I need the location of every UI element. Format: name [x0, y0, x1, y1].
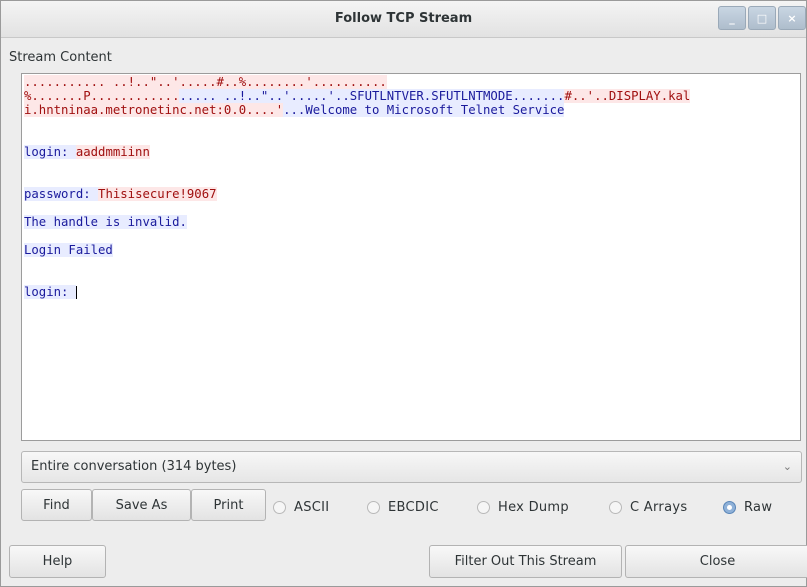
chevron-down-icon: ⌄ — [782, 460, 792, 473]
radio-indicator — [367, 500, 380, 514]
filter-out-stream-button[interactable]: Filter Out This Stream — [429, 545, 622, 578]
client-chunk: The handle is invalid. — [24, 215, 187, 229]
radio-ebcdic[interactable]: EBCDIC — [367, 497, 439, 517]
client-chunk: Login Failed — [24, 243, 113, 257]
server-chunk: #..'..DISPLAY.kal — [564, 89, 691, 103]
radio-indicator-selected — [723, 500, 736, 514]
close-button[interactable]: Close — [625, 545, 807, 578]
radio-raw-label: Raw — [744, 499, 773, 515]
window-controls: _ □ × — [716, 6, 806, 30]
server-chunk: ........... ..!.."..'.....#..%........'.… — [24, 75, 387, 89]
server-chunk: aaddmmiinn — [75, 145, 150, 159]
radio-c-arrays-label: C Arrays — [630, 499, 688, 515]
print-button[interactable]: Print — [191, 489, 266, 521]
text-cursor — [75, 286, 77, 299]
minimize-button[interactable]: _ — [718, 6, 746, 30]
client-chunk: ..... ..!.."..'.....'..SFUTLNTVER.SFUTLN… — [179, 89, 565, 103]
conversation-select[interactable]: Entire conversation (314 bytes) ⌄ — [21, 451, 802, 483]
save-as-button[interactable]: Save As — [92, 489, 191, 521]
client-chunk: password: — [24, 187, 99, 201]
radio-ebcdic-label: EBCDIC — [388, 499, 439, 515]
radio-ascii[interactable]: ASCII — [273, 497, 329, 517]
radio-c-arrays[interactable]: C Arrays — [609, 497, 687, 517]
stream-text[interactable]: ........... ..!.."..'.....#..%........'.… — [22, 74, 800, 300]
stream-content-area[interactable]: ........... ..!.."..'.....#..%........'.… — [21, 73, 801, 441]
radio-indicator — [477, 500, 490, 514]
server-chunk: i.hntninaa.metronetinc.net:0.0....' — [24, 103, 284, 117]
server-chunk: %.......P............ — [24, 89, 180, 103]
help-button[interactable]: Help — [9, 545, 106, 578]
conversation-select-value: Entire conversation (314 bytes) — [31, 459, 237, 474]
title-bar[interactable]: Follow TCP Stream _ □ × — [1, 1, 806, 38]
radio-ascii-label: ASCII — [294, 499, 330, 515]
radio-hex-dump[interactable]: Hex Dump — [477, 497, 569, 517]
client-chunk: login: — [24, 285, 76, 299]
close-window-button[interactable]: × — [778, 6, 806, 30]
radio-raw[interactable]: Raw — [723, 497, 772, 517]
client-chunk: login: — [24, 145, 76, 159]
radio-hex-dump-label: Hex Dump — [498, 499, 569, 515]
follow-tcp-stream-dialog: Follow TCP Stream _ □ × Stream Content .… — [0, 0, 807, 587]
find-button[interactable]: Find — [21, 489, 92, 521]
radio-indicator — [273, 500, 286, 514]
maximize-button[interactable]: □ — [748, 6, 776, 30]
stream-content-label: Stream Content — [9, 50, 112, 65]
server-chunk: Thisisecure!9067 — [98, 187, 217, 201]
window-title: Follow TCP Stream — [334, 11, 473, 26]
radio-indicator — [609, 500, 622, 514]
client-chunk: ...Welcome to Microsoft Telnet Service — [283, 103, 565, 117]
